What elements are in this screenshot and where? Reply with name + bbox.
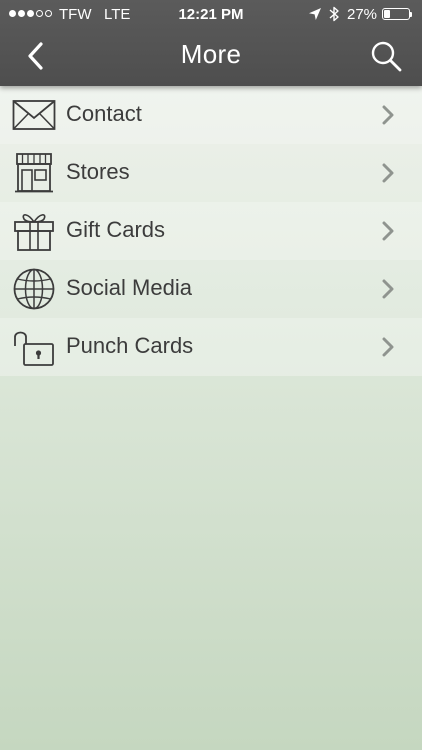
battery-icon [382, 8, 410, 20]
globe-icon [13, 268, 55, 310]
battery-fill [384, 10, 390, 18]
search-button[interactable] [366, 36, 406, 76]
battery-tip [410, 12, 412, 17]
battery-percent: 27% [347, 6, 378, 23]
search-icon [371, 41, 402, 72]
menu-item-label: Stores [66, 159, 130, 184]
page-title: More [180, 39, 242, 69]
chevron-right-icon [382, 163, 394, 183]
chevron-right-icon [382, 221, 394, 241]
nav-bar: More [0, 28, 422, 86]
chevron-right-icon [382, 337, 394, 357]
chevron-right-icon [382, 279, 394, 299]
top-bar: TFW LTE 12:21 PM 27% More [0, 0, 422, 86]
more-menu-list: Contact Stores Gift Cards Social Media P… [0, 86, 422, 376]
storefront-icon [15, 153, 53, 193]
menu-item-stores[interactable]: Stores [0, 144, 422, 202]
unlocked-padlock-icon [14, 331, 54, 366]
location-arrow-icon [309, 8, 321, 20]
menu-item-label: Punch Cards [66, 333, 194, 358]
menu-item-label: Social Media [66, 275, 192, 300]
gift-icon [14, 214, 54, 251]
menu-item-punch-cards[interactable]: Punch Cards [0, 318, 422, 376]
menu-item-contact[interactable]: Contact [0, 86, 422, 144]
envelope-icon [12, 100, 56, 130]
menu-item-gift-cards[interactable]: Gift Cards [0, 202, 422, 260]
status-bar: TFW LTE 12:21 PM 27% [0, 0, 422, 28]
menu-item-label: Gift Cards [66, 217, 166, 242]
chevron-right-icon [382, 105, 394, 125]
bluetooth-icon [329, 6, 339, 22]
menu-item-label: Contact [66, 101, 142, 126]
menu-item-social-media[interactable]: Social Media [0, 260, 422, 318]
